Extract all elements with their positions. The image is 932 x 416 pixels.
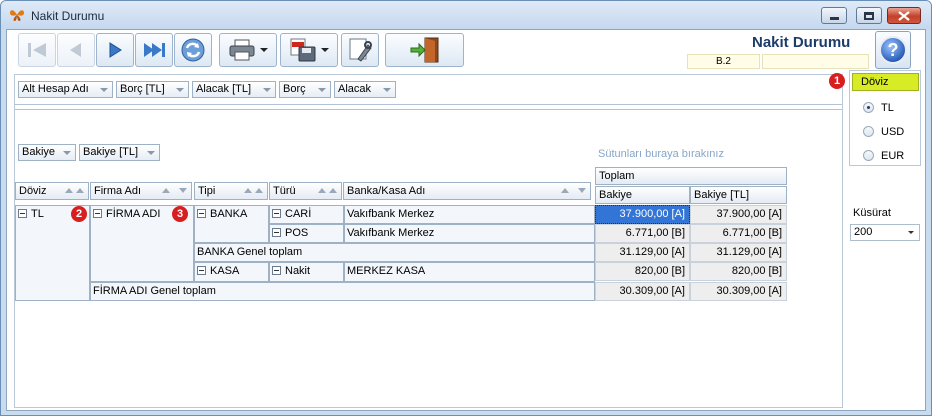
last-record-button[interactable] (135, 33, 173, 67)
pivot-grid: Alt Hesap Adı Borç [TL] Alacak [TL] Borç… (14, 74, 843, 408)
minimize-button[interactable] (821, 7, 847, 24)
collapse-icon[interactable] (197, 209, 206, 218)
column-group-toplam[interactable]: Toplam (595, 167, 787, 185)
row-header-firma[interactable]: Firma Adı (90, 182, 192, 200)
chevron-down-icon (908, 231, 914, 234)
callout-badge-1: 1 (829, 73, 845, 89)
form-code: B.2 (687, 54, 760, 69)
exit-button[interactable] (385, 33, 464, 67)
filter-field-alacak[interactable]: Alacak (334, 81, 396, 98)
row-header-banka-kasa[interactable]: Banka/Kasa Adı (343, 182, 591, 200)
row-header-tipi[interactable]: Tipi (194, 182, 268, 200)
value-cell[interactable]: 30.309,00 [A] (690, 282, 787, 301)
help-icon: ? (879, 36, 907, 64)
filter-separator (15, 104, 842, 105)
settings-icon (349, 38, 372, 62)
value-cell[interactable]: 6.771,00 [B] (690, 224, 787, 243)
value-cell[interactable]: 6.771,00 [B] (595, 224, 690, 243)
print-button[interactable] (219, 33, 277, 67)
row-ad-cari[interactable]: Vakıfbank Merkez (344, 205, 595, 224)
close-icon (898, 10, 910, 21)
value-cell[interactable]: 37.900,00 [A] (690, 205, 787, 224)
maximize-icon (864, 11, 874, 20)
first-icon (28, 43, 46, 57)
maximize-button[interactable] (856, 7, 882, 24)
butterfly-icon (10, 10, 24, 21)
collapse-icon[interactable] (93, 209, 102, 218)
collapse-icon[interactable] (18, 209, 27, 218)
value-cell[interactable]: 30.309,00 [A] (595, 282, 690, 301)
data-field-bakiye[interactable]: Bakiye (18, 144, 76, 161)
toolbar: Nakit Durumu B.2 ? (7, 30, 925, 72)
app-window: Nakit Durumu Nakit Durumu B.2 ? Alt Hesa… (0, 0, 932, 416)
kusurat-select[interactable]: 200 (850, 224, 920, 241)
value-cell[interactable]: 820,00 [B] (595, 262, 690, 281)
radio-icon (863, 126, 874, 137)
radio-icon (863, 150, 874, 161)
radio-selected-icon (863, 102, 874, 113)
filter-field-borc[interactable]: Borç (279, 81, 331, 98)
next-record-button[interactable] (96, 33, 134, 67)
currency-option-tl[interactable]: TL (863, 101, 923, 115)
form-code-secondary (762, 54, 869, 69)
prev-icon (70, 43, 81, 57)
pdf-save-button[interactable] (280, 33, 338, 67)
kusurat-label: Küsürat (853, 207, 891, 219)
filter-field-alt-hesap[interactable]: Alt Hesap Adı (18, 81, 113, 98)
row-banka-total[interactable]: BANKA Genel toplam (194, 243, 595, 262)
row-header-turu[interactable]: Türü (269, 182, 342, 200)
row-header-doviz[interactable]: Döviz (15, 182, 89, 200)
data-field-bakiye-tl[interactable]: Bakiye [TL] (79, 144, 160, 161)
settings-button[interactable] (341, 33, 379, 67)
row-turu-nakit[interactable]: Nakit (269, 262, 344, 282)
titlebar: Nakit Durumu (1, 1, 931, 29)
filter-field-alacak-tl[interactable]: Alacak [TL] (192, 81, 276, 98)
row-ad-kasa[interactable]: MERKEZ KASA (344, 262, 595, 282)
callout-badge-3: 3 (172, 206, 188, 222)
row-tipi-kasa[interactable]: KASA (194, 262, 269, 282)
currency-option-usd[interactable]: USD (863, 125, 923, 139)
filter-separator-2 (15, 109, 842, 110)
row-tipi-banka[interactable]: BANKA (194, 205, 269, 243)
last-icon (144, 43, 165, 57)
column-header-bakiye-tl[interactable]: Bakiye [TL] (690, 186, 787, 204)
page-title: Nakit Durumu (752, 34, 851, 51)
help-button[interactable]: ? (875, 31, 911, 69)
collapse-icon[interactable] (272, 266, 281, 275)
exit-icon (410, 37, 438, 63)
currency-option-eur[interactable]: EUR (863, 149, 923, 163)
right-panel: 1 Döviz TL USD EUR Küsürat 200 (829, 70, 925, 410)
value-cell[interactable]: 37.900,00 [A] (595, 205, 690, 224)
collapse-icon[interactable] (197, 266, 206, 275)
collapse-icon[interactable] (272, 228, 281, 237)
previous-record-button[interactable] (57, 33, 95, 67)
row-firma-total[interactable]: FİRMA ADI Genel toplam (90, 282, 595, 301)
collapse-icon[interactable] (272, 209, 281, 218)
print-icon (229, 39, 255, 61)
value-cell[interactable]: 820,00 [B] (690, 262, 787, 281)
column-header-bakiye[interactable]: Bakiye (595, 186, 690, 204)
first-record-button[interactable] (18, 33, 56, 67)
refresh-button[interactable] (174, 33, 212, 67)
value-cell[interactable]: 31.129,00 [A] (595, 243, 690, 262)
pdf-save-icon (290, 38, 316, 62)
callout-badge-2: 2 (71, 206, 87, 222)
row-turu-cari[interactable]: CARİ (269, 205, 344, 224)
minimize-icon (829, 16, 839, 20)
row-turu-pos[interactable]: POS (269, 224, 344, 243)
value-cell[interactable]: 31.129,00 [A] (690, 243, 787, 262)
refresh-icon (181, 38, 205, 62)
row-ad-pos[interactable]: Vakıfbank Merkez (344, 224, 595, 243)
filter-field-borc-tl[interactable]: Borç [TL] (116, 81, 189, 98)
currency-group-title: Döviz (852, 73, 919, 91)
currency-group: Döviz TL USD EUR (849, 70, 921, 166)
close-button[interactable] (887, 7, 921, 24)
column-drop-hint: Sütunları buraya bırakınız (598, 148, 724, 160)
window-title: Nakit Durumu (31, 9, 105, 23)
client-area: Nakit Durumu B.2 ? Alt Hesap Adı Borç [T… (6, 29, 926, 411)
next-icon (109, 42, 122, 58)
